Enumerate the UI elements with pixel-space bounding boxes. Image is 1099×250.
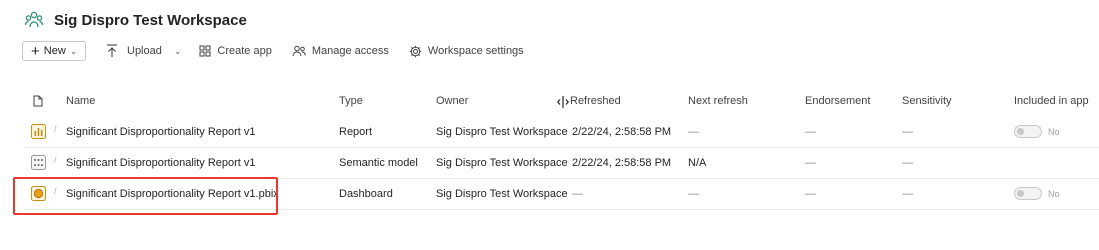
column-header-sensitivity[interactable]: Sensitivity [902,88,952,114]
page-title: Sig Dispro Test Workspace [54,11,247,29]
create-app-label: Create app [217,45,272,57]
item-endorsement: — [805,125,816,138]
item-next-refresh: — [688,187,699,200]
toggle-label: No [1048,126,1060,137]
report-icon [31,116,46,147]
column-header-name[interactable]: Name [66,88,95,114]
included-in-app-toggle[interactable]: No [1014,116,1060,147]
workspace-header: Sig Dispro Test Workspace [24,8,247,32]
item-type: Dashboard [339,187,393,200]
workspace-settings-label: Workspace settings [427,45,524,57]
chevron-down-icon: ⌄ [173,45,182,56]
highlight-annotation-box [13,177,278,215]
manage-access-button[interactable]: Manage access [292,45,389,57]
item-next-refresh: N/A [688,156,707,169]
column-header-type[interactable]: Type [339,88,363,114]
column-header-included-in-app[interactable]: Included in app [1014,88,1089,114]
item-endorsement: — [805,156,816,169]
column-header-refreshed[interactable]: Refreshed [570,88,621,114]
column-resize-cursor-icon [557,95,569,109]
item-owner: Sig Dispro Test Workspace [436,187,568,200]
upload-icon [107,44,117,57]
semantic-model-icon [31,147,46,178]
file-type-icon[interactable] [33,88,43,114]
upload-button[interactable]: Upload ⌄ [106,44,181,58]
item-endorsement: — [805,187,816,200]
item-refreshed: 2/22/24, 2:58:58 PM [572,125,672,138]
create-app-button[interactable]: Create app [199,45,272,57]
workspace-people-icon [24,10,44,30]
create-app-icon [199,45,211,57]
item-sensitivity: — [902,125,913,138]
workspace-settings-button[interactable]: Workspace settings [409,45,524,58]
plus-icon: + [31,42,40,60]
item-name[interactable]: Significant Disproportionality Report v1 [66,116,256,147]
gear-icon [409,45,422,57]
item-owner: Sig Dispro Test Workspace [436,125,568,138]
item-type: Report [339,125,373,138]
item-owner: Sig Dispro Test Workspace [436,156,568,169]
column-header-next-refresh[interactable]: Next refresh [688,88,748,114]
upload-label: Upload [127,45,162,57]
included-in-app-toggle[interactable]: No [1014,178,1060,209]
table-row[interactable]: / Significant Disproportionality Report … [24,116,1099,148]
item-sensitivity: — [902,156,913,169]
item-next-refresh: — [688,125,699,138]
column-header-endorsement[interactable]: Endorsement [805,88,870,114]
item-name[interactable]: Significant Disproportionality Report v1 [66,147,256,178]
column-header-owner[interactable]: Owner [436,88,468,114]
item-sensitivity: — [902,187,913,200]
toggle-label: No [1048,188,1060,199]
manage-access-label: Manage access [311,45,389,57]
new-button-label: New [43,45,66,57]
item-refreshed: — [572,187,583,200]
toggle-switch[interactable] [1014,125,1042,138]
toggle-switch[interactable] [1014,187,1042,200]
new-button[interactable]: + New ⌄ [22,41,86,61]
table-row[interactable]: / Significant Disproportionality Report … [24,147,1099,179]
workspace-toolbar: + New ⌄ Upload ⌄ Create app Manage acces… [22,40,524,62]
manage-access-icon [292,45,306,57]
item-type: Semantic model [339,156,418,169]
chevron-down-icon: ⌄ [69,45,78,56]
item-refreshed: 2/22/24, 2:58:58 PM [572,156,672,169]
